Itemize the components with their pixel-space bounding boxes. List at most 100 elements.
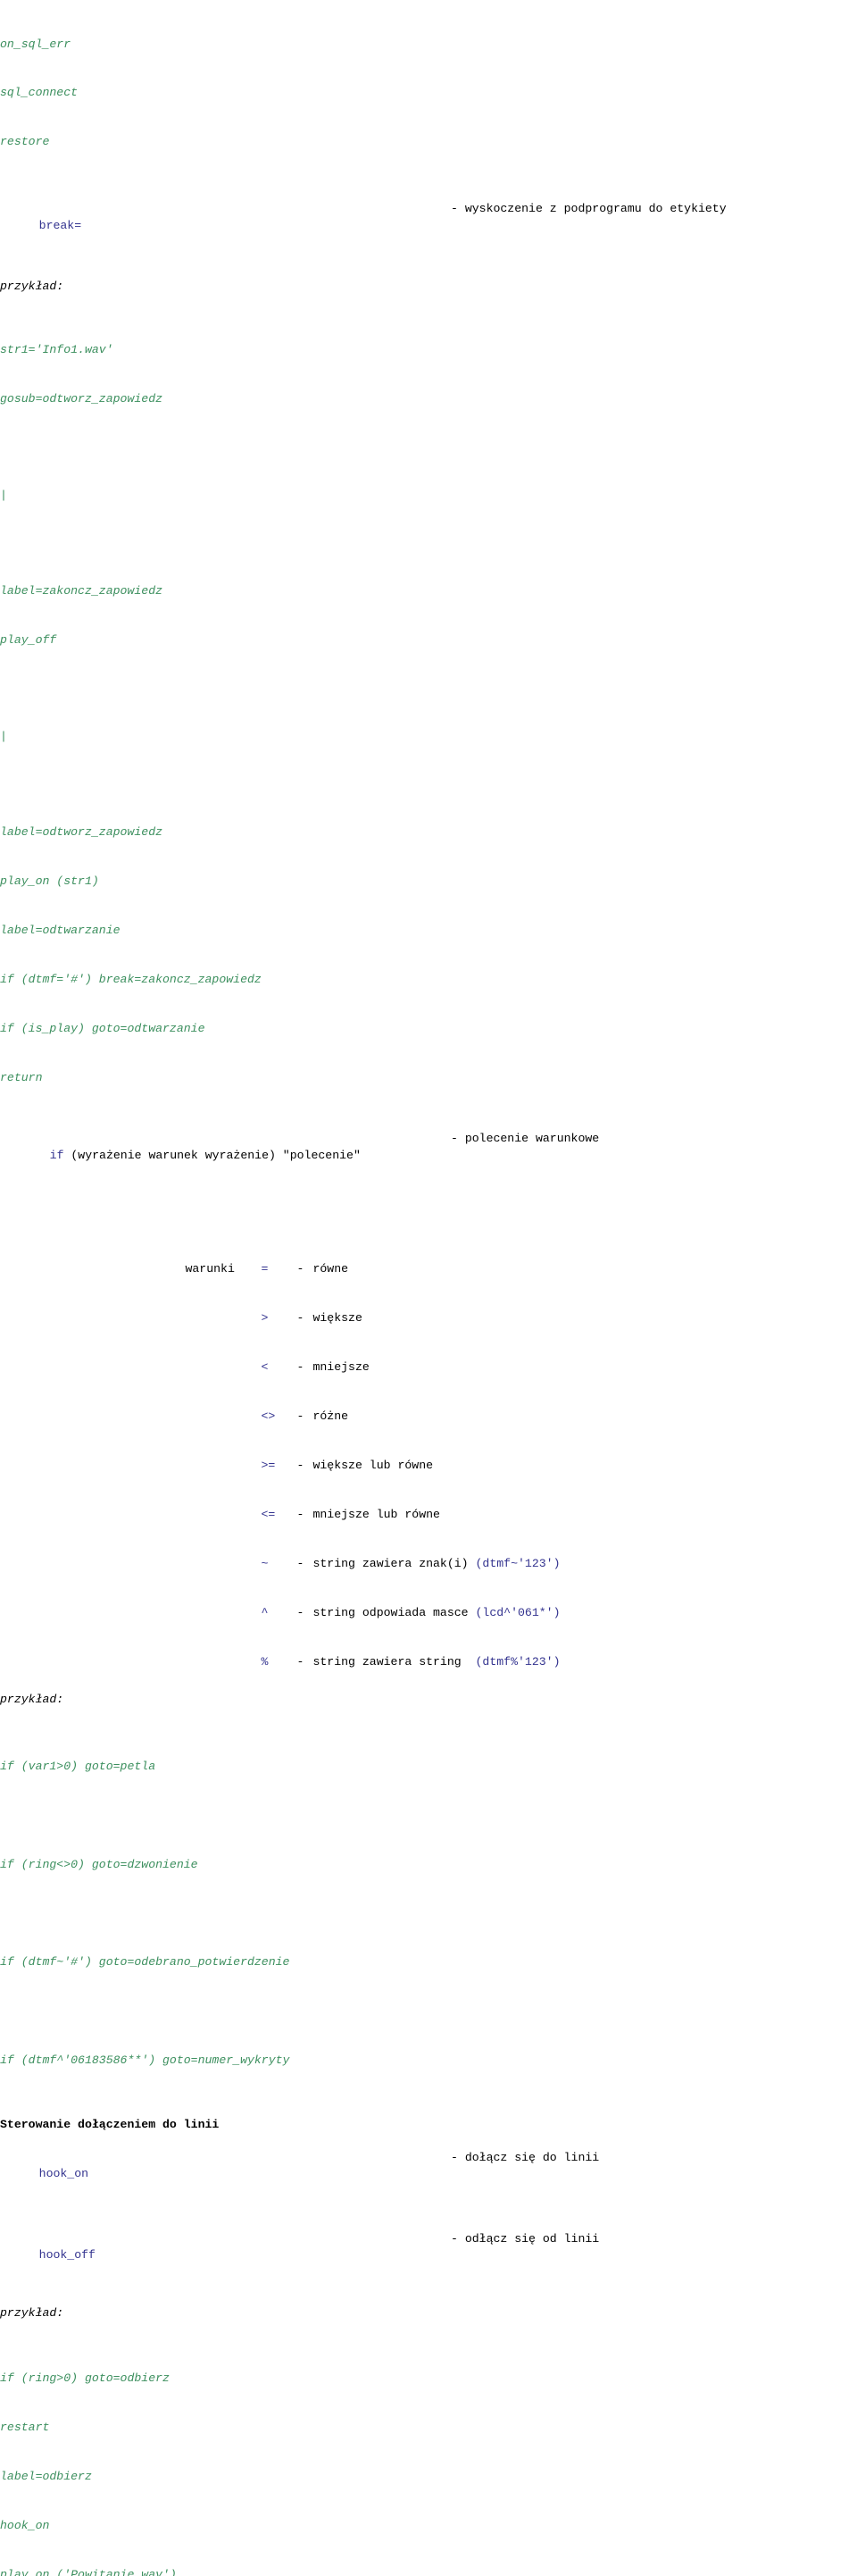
section-heading-hook: Sterowanie dołączeniem do linii (0, 2118, 220, 2132)
code-text: label=zakoncz_zapowiedz (0, 584, 163, 598)
warunki-row: <> - różne (143, 1393, 857, 1423)
warunki-operator: ^ (261, 1605, 269, 1619)
warunki-dash: - (296, 1262, 304, 1276)
warunki-row: >= - większe lub równe (143, 1442, 857, 1472)
code-text: play_on ('Powitanie.wav') (0, 2567, 177, 2576)
code-line: on_sql_err (0, 37, 857, 53)
command-name: hook_on (38, 2167, 89, 2181)
warunki-operator: <= (261, 1507, 276, 1521)
code-text: | (0, 488, 7, 502)
warunki-row: > - większe (143, 1294, 857, 1325)
code-text: restore (0, 135, 50, 149)
warunki-text: różne (312, 1409, 349, 1424)
code-text: sql_connect (0, 86, 79, 100)
document-page: on_sql_err sql_connect restore break= - … (0, 0, 857, 2576)
command-hook-on: hook_on - dołącz się do linii (0, 2150, 857, 2215)
warunki-dash: - (296, 1507, 304, 1521)
warunki-row: ^ - string odpowiada masce (lcd^'061*') (143, 1588, 857, 1619)
warunki-row: < - mniejsze (143, 1343, 857, 1374)
code-text: if (dtmf~'#') goto=odebrano_potwierdzeni… (0, 1955, 290, 1970)
code-text: play_on (str1) (0, 874, 99, 888)
command-signature: (wyrażenie warunek wyrażenie) "polecenie… (63, 1148, 361, 1162)
code-line: play_on ('Powitanie.wav') (0, 2567, 857, 2576)
command-if: if (wyrażenie warunek wyrażenie) "polece… (0, 1131, 857, 1196)
warunki-text: string odpowiada masce (312, 1605, 476, 1619)
warunki-operator: <> (261, 1409, 276, 1424)
command-description: - odłącz się od linii (451, 2231, 600, 2246)
warunki-example: (dtmf~'123') (475, 1556, 561, 1570)
code-text: if (dtmf^'06183586**') goto=numer_wykryt… (0, 2053, 290, 2067)
warunki-text: równe (312, 1262, 349, 1276)
warunki-row: <= - mniejsze lub równe (143, 1491, 857, 1521)
code-line: restart (0, 2420, 857, 2436)
example-label: przykład: (0, 279, 857, 295)
example-hook-block: if (ring>0) goto=odbierz restart label=o… (0, 2338, 857, 2576)
code-line: gosub=odtworz_zapowiedz (0, 391, 857, 407)
warunki-dash: - (296, 1654, 304, 1669)
warunki-text: string zawiera string (312, 1654, 476, 1669)
code-text: if (is_play) goto=odtwarzanie (0, 1021, 205, 1035)
code-line: sql_connect (0, 85, 857, 101)
warunki-dash: - (296, 1311, 304, 1326)
command-description: - dołącz się do linii (451, 2150, 600, 2164)
example-gosub-block: str1='Info1.wav' gosub=odtworz_zapowiedz… (0, 310, 857, 1119)
code-text: str1='Info1.wav' (0, 343, 113, 357)
command-break: break= - wyskoczenie z podprogramu do et… (0, 201, 857, 266)
code-line: hook_on (0, 2518, 857, 2534)
code-text: return (0, 1070, 43, 1084)
command-hook-off: hook_off - odłącz się od linii (0, 2231, 857, 2296)
code-line: label=odtworz_zapowiedz (0, 824, 857, 841)
code-line: if (dtmf^'06183586**') goto=numer_wykryt… (0, 2053, 857, 2069)
warunki-operator: < (261, 1360, 269, 1375)
code-line: restore (0, 134, 857, 150)
warunki-dash: - (296, 1360, 304, 1375)
code-text: hook_on (0, 2518, 50, 2532)
command-description: - polecenie warunkowe (451, 1132, 600, 1146)
warunki-text: mniejsze lub równe (312, 1507, 440, 1521)
code-line: if (ring>0) goto=odbierz (0, 2371, 857, 2387)
code-line: str1='Info1.wav' (0, 342, 857, 358)
warunki-example: (lcd^'061*') (475, 1605, 561, 1619)
code-line: if (ring<>0) goto=dzwonienie (0, 1857, 857, 1873)
code-text: label=odtworz_zapowiedz (0, 825, 163, 840)
code-text: label=odtwarzanie (0, 923, 121, 937)
code-line: play_on (str1) (0, 874, 857, 890)
warunki-label: warunki (185, 1262, 235, 1276)
example-label: przykład: (0, 1692, 857, 1708)
code-line: return (0, 1070, 857, 1086)
command-description: - wyskoczenie z podprogramu do etykiety (451, 202, 727, 216)
example-label-text: przykład: (0, 280, 64, 294)
warunki-text: string zawiera znak(i) (312, 1556, 476, 1570)
warunki-operator: >= (261, 1459, 276, 1473)
code-line: label=odbierz (0, 2469, 857, 2485)
warunki-dash: - (296, 1459, 304, 1473)
top-code-block: on_sql_err sql_connect restore (0, 0, 857, 183)
code-text: if (ring<>0) goto=dzwonienie (0, 1857, 198, 1871)
warunki-row: warunki = - równe (143, 1245, 857, 1275)
warunki-row: % - string zawiera string (dtmf%'123') (143, 1637, 857, 1669)
warunki-text: większe lub równe (312, 1459, 434, 1473)
command-name: break= (38, 218, 82, 232)
code-text: if (dtmf='#') break=zakoncz_zapowiedz (0, 972, 262, 986)
code-text: restart (0, 2420, 50, 2434)
example-label-text: przykład: (0, 2306, 64, 2321)
warunki-row: ~ - string zawiera znak(i) (dtmf~'123') (143, 1540, 857, 1570)
code-text: on_sql_err (0, 37, 71, 51)
warunki-dash: - (296, 1605, 304, 1619)
code-line: if (var1>0) goto=petla (0, 1759, 857, 1775)
